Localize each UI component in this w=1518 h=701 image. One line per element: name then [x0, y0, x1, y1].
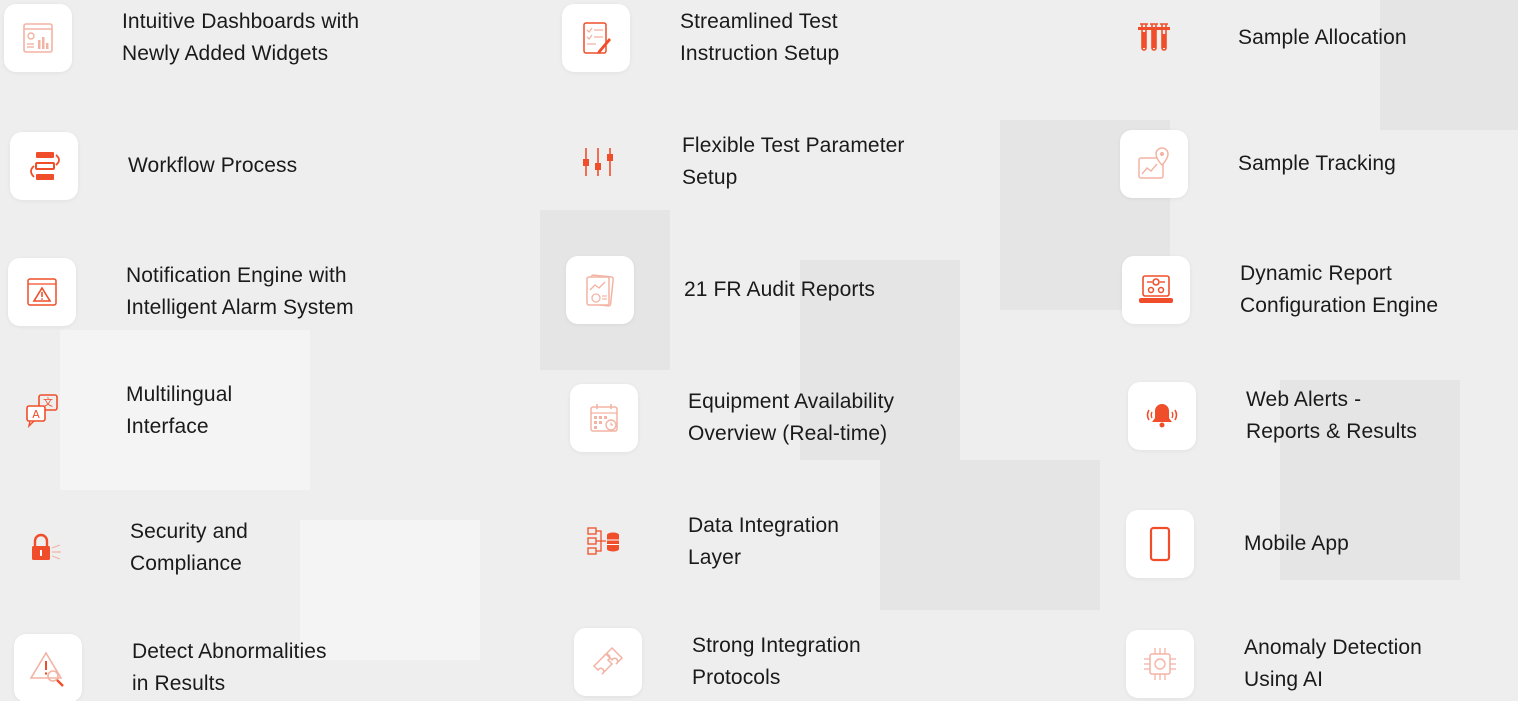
- feature-label: Security and Compliance: [130, 520, 248, 575]
- feature-data-integration: Data Integration Layer: [570, 508, 839, 576]
- report-config-icon: [1122, 256, 1190, 324]
- feature-label: Equipment Availability Overview (Real-tim…: [688, 390, 895, 445]
- alarm-warning-icon: [8, 258, 76, 326]
- ai-chip-icon: [1126, 630, 1194, 698]
- feature-label: Intuitive Dashboards with Newly Added Wid…: [122, 10, 360, 65]
- test-tubes-icon: [1120, 4, 1188, 72]
- feature-multilingual: 文A Multilingual Interface: [8, 377, 232, 445]
- feature-sample-allocation: Sample Allocation: [1120, 4, 1407, 72]
- bell-alert-icon: [1128, 382, 1196, 450]
- feature-label: Data Integration Layer: [688, 514, 840, 569]
- feature-label: Anomaly Detection Using AI: [1244, 636, 1422, 691]
- feature-notification-engine: Notification Engine with Intelligent Alar…: [8, 258, 354, 326]
- feature-security: Security and Compliance: [12, 514, 248, 582]
- feature-label: Dynamic Report Configuration Engine: [1240, 262, 1439, 317]
- feature-anomaly-detection: Anomaly Detection Using AI: [1126, 630, 1422, 698]
- background-shape: [300, 520, 480, 660]
- feature-label: Multilingual Interface: [126, 383, 233, 438]
- feature-label: 21 FR Audit Reports: [684, 278, 875, 301]
- workflow-icon: [10, 132, 78, 200]
- feature-label: Notification Engine with Intelligent Alar…: [126, 264, 354, 319]
- feature-detect-abnormalities: Detect Abnormalities in Results: [14, 634, 327, 701]
- abnormality-search-icon: [14, 634, 82, 701]
- audit-report-icon: [566, 256, 634, 324]
- feature-label: Strong Integration Protocols: [692, 634, 861, 689]
- feature-dashboards: Intuitive Dashboards with Newly Added Wid…: [4, 4, 359, 72]
- feature-label: Flexible Test Parameter Setup: [682, 134, 905, 189]
- background-shape: [880, 460, 1100, 610]
- feature-test-instruction: Streamlined Test Instruction Setup: [562, 4, 839, 72]
- translate-icon: 文A: [8, 377, 76, 445]
- parameter-sliders-icon: [564, 128, 632, 196]
- feature-label: Streamlined Test Instruction Setup: [680, 10, 840, 65]
- feature-label: Workflow Process: [128, 154, 298, 177]
- feature-report-config: Dynamic Report Configuration Engine: [1122, 256, 1438, 324]
- test-instruction-icon: [562, 4, 630, 72]
- calendar-clock-icon: [570, 384, 638, 452]
- feature-workflow: Workflow Process: [10, 132, 297, 200]
- lock-icon: [12, 514, 80, 582]
- feature-web-alerts: Web Alerts - Reports & Results: [1128, 382, 1417, 450]
- mobile-phone-icon: [1126, 510, 1194, 578]
- feature-label: Web Alerts - Reports & Results: [1246, 388, 1417, 443]
- feature-equipment-availability: Equipment Availability Overview (Real-tim…: [570, 384, 894, 452]
- feature-label: Mobile App: [1244, 532, 1349, 555]
- puzzle-icon: [574, 628, 642, 696]
- feature-test-parameter: Flexible Test Parameter Setup: [564, 128, 905, 196]
- feature-label: Sample Tracking: [1238, 152, 1396, 175]
- feature-sample-tracking: Sample Tracking: [1120, 130, 1396, 198]
- feature-integration-protocols: Strong Integration Protocols: [574, 628, 861, 696]
- feature-label: Detect Abnormalities in Results: [132, 640, 327, 695]
- data-integration-icon: [570, 508, 638, 576]
- feature-label: Sample Allocation: [1238, 26, 1407, 49]
- feature-audit-reports: 21 FR Audit Reports: [566, 256, 875, 324]
- feature-mobile-app: Mobile App: [1126, 510, 1349, 578]
- dashboard-icon: [4, 4, 72, 72]
- sample-tracking-icon: [1120, 130, 1188, 198]
- svg-text:A: A: [32, 408, 40, 421]
